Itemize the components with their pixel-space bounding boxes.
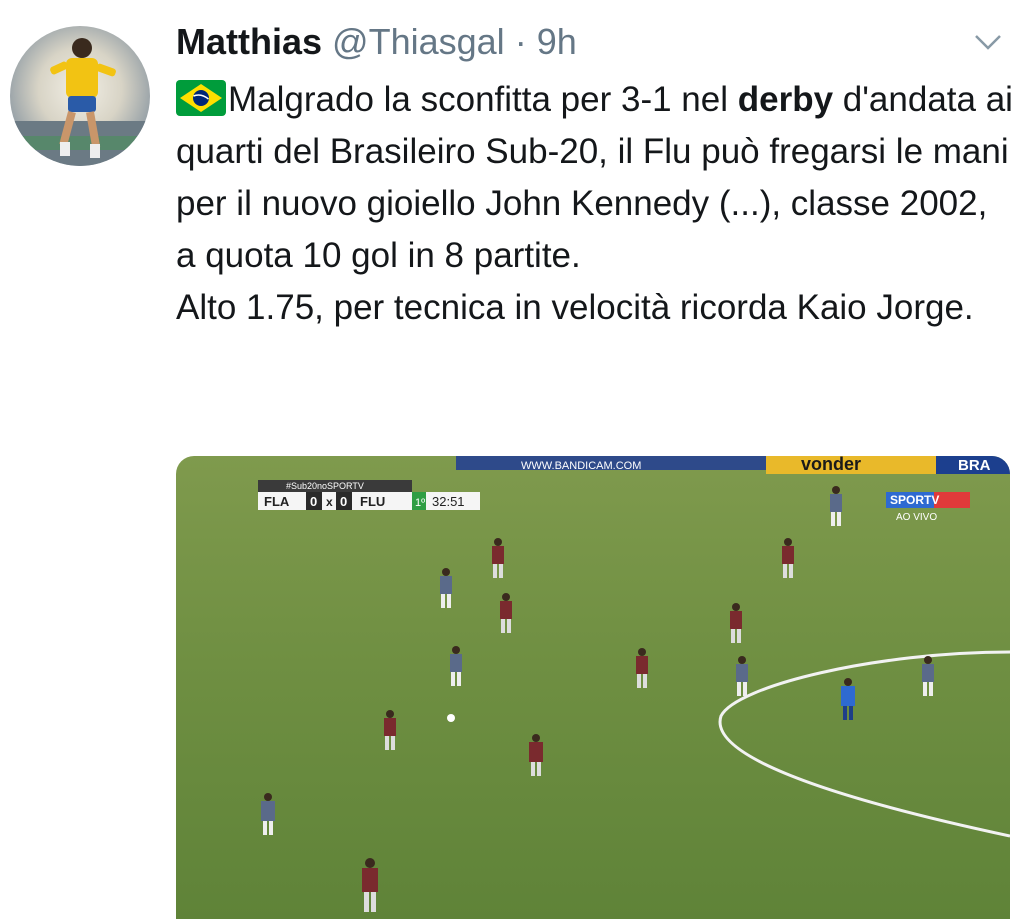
channel-name: SPORTV (890, 493, 939, 507)
ad-watermark: WWW.BANDICAM.COM (521, 460, 641, 472)
tweet-text-part1: Malgrado la sconfitta per 3-1 nel (228, 80, 738, 119)
tweet-media-image[interactable]: WWW.BANDICAM.COM vonder BRA #Sub20noSPOR… (176, 456, 1010, 919)
tweet-menu-chevron-icon[interactable] (970, 26, 1006, 56)
tweet-text-line2: Alto 1.75, per tecnica in velocità ricor… (176, 288, 974, 327)
score-away-team: FLU (360, 494, 385, 509)
score-sep: x (326, 495, 333, 509)
live-label: AO VIVO (896, 512, 937, 523)
author-handle[interactable]: @Thiasgal (332, 21, 505, 62)
players (261, 486, 934, 912)
match-frame: WWW.BANDICAM.COM vonder BRA #Sub20noSPOR… (258, 456, 1010, 912)
avatar[interactable] (10, 26, 150, 166)
tweet-text-bold: derby (737, 80, 834, 119)
tweet-header: Matthias @Thiasgal · 9h (176, 20, 577, 64)
tweet-text: Malgrado la sconfitta per 3-1 nel derby … (176, 74, 1016, 334)
avatar-image (10, 38, 150, 166)
center-circle-line (718, 650, 1010, 838)
score-home-team: FLA (264, 494, 290, 509)
ad-brand-vonder: vonder (801, 456, 861, 474)
score-away: 0 (340, 494, 347, 509)
ball (447, 714, 455, 722)
hashtag-label: #Sub20noSPORTV (286, 481, 364, 491)
tweet-timestamp[interactable]: 9h (537, 21, 577, 62)
ad-brand-bra: BRA (958, 457, 991, 474)
author-name[interactable]: Matthias (176, 21, 322, 62)
score-home: 0 (310, 494, 317, 509)
separator-dot: · (514, 21, 527, 62)
match-period: 1º (415, 497, 425, 509)
match-clock: 32:51 (432, 494, 465, 509)
brazil-flag-icon (176, 79, 226, 116)
